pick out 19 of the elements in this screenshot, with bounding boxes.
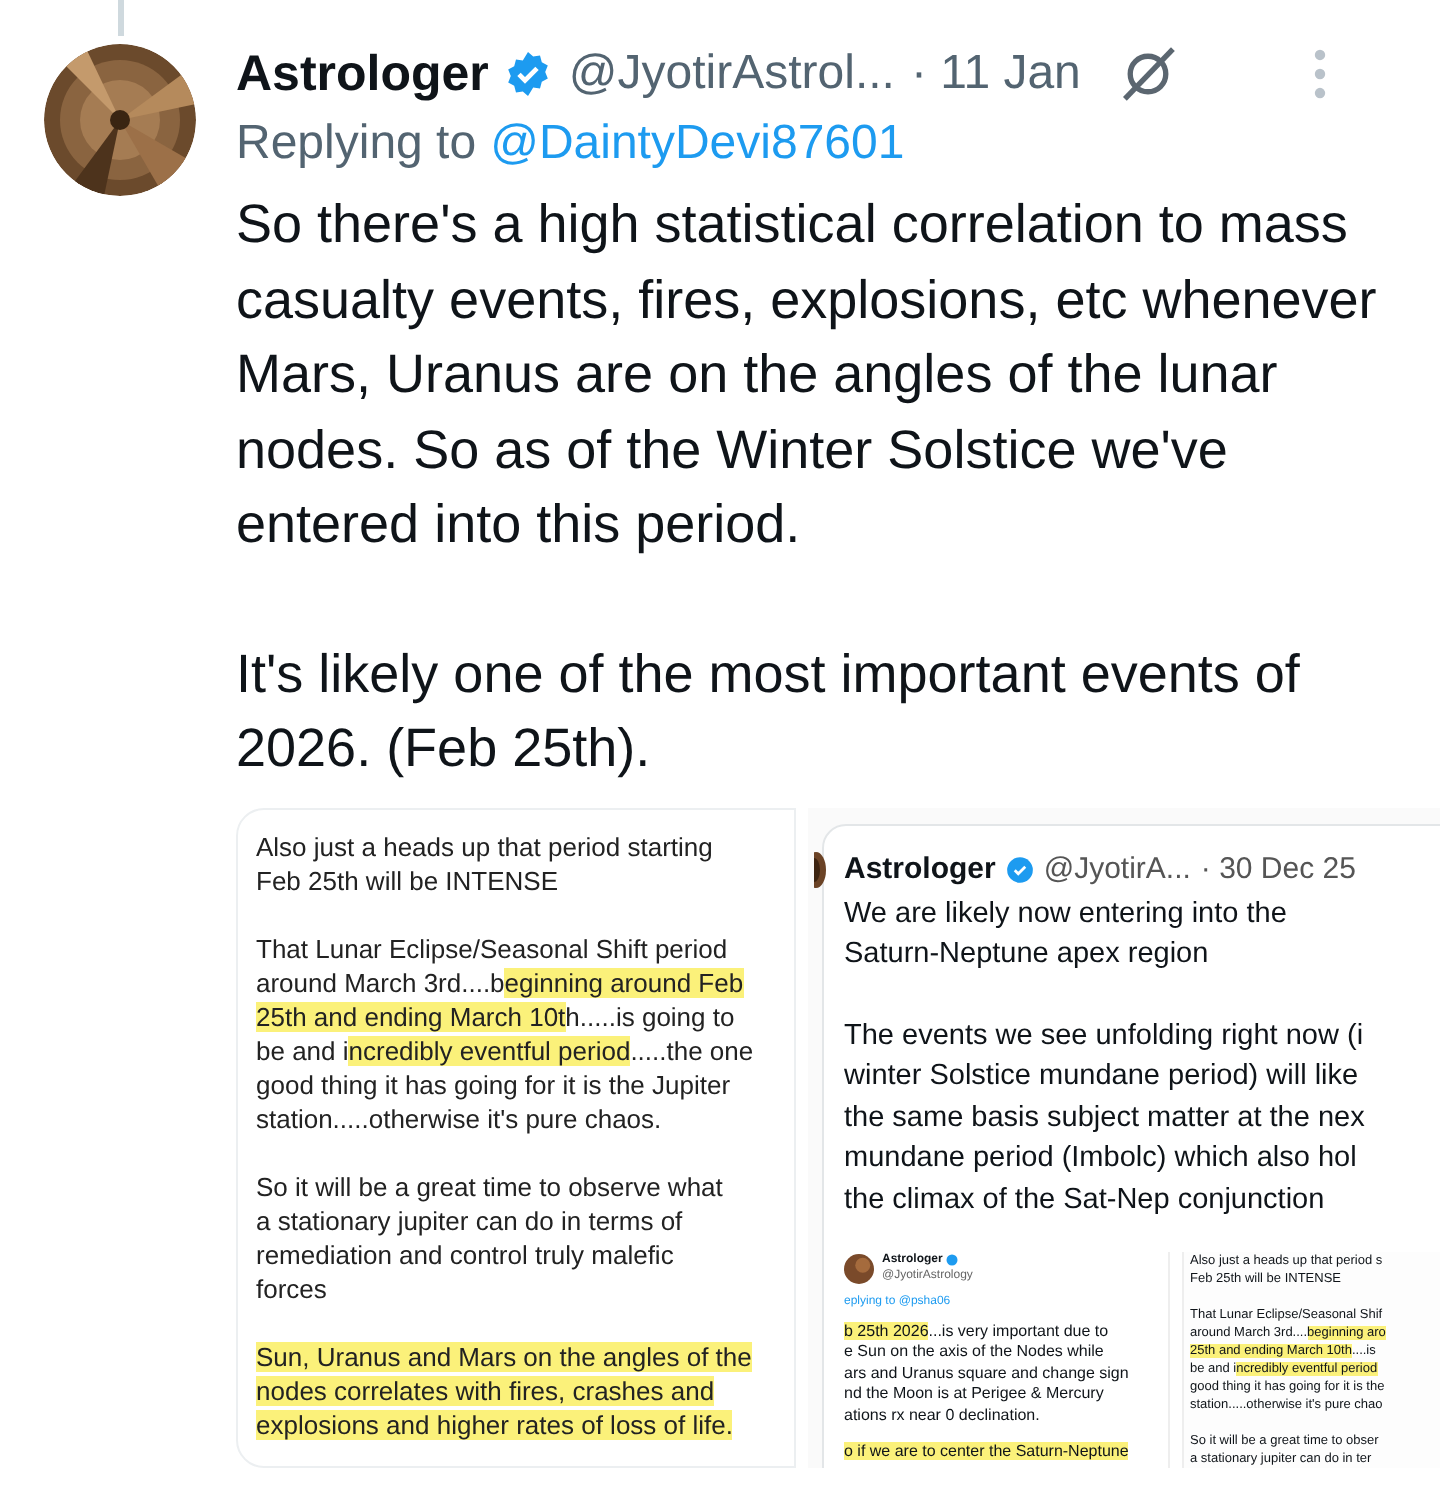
tweet-text: It's likely one of the most important events of 2026. (Feb 25th).: [236, 641, 1302, 782]
tweet-text: So there's a high statistical correlation to mass casualty events, fires, explosions, etc whenever Mars, Uranus are on the angles of the lunar nodes. So as of the Winter Solstice we've entered into this period.: [236, 192, 1379, 558]
note-screenshot[interactable]: [236, 807, 796, 1467]
note-paragraph: So it will be a great time to observe what a stationary jupiter can do in terms of remediation and control truly malefic forces: [256, 1169, 725, 1305]
note-paragraph: That Lunar Eclipse/Seasonal Shift period around March 3rd....beginning around Feb 25th and ending March 10th.....is going to be and incredibly eventful period.....the one good thing it has going for it is the Jupiter station.....otherwise it's pure chaos.: [256, 931, 756, 1135]
author-name: Astrologer: [844, 852, 996, 886]
quote-paragraph: We are likely now entering into the Saturn-Neptune apex region: [844, 895, 1289, 974]
quote-paragraph: The events we see unfolding right now (i winter Solstice mundane period) will like the same basis subject matter at the nex mundane period (Imbolc) which also hol the climax of the Sat-Nep conjunction: [844, 1017, 1367, 1219]
post-time: · 30 Dec 25: [1200, 852, 1356, 886]
tweet-paragraph: b 25th 2026...is very important due to e Sun on the axis of the Nodes while ars and Uranus square and change sign nd the Moon is at Perigee & Mercury ations rx near 0 declination.: [844, 1321, 1131, 1426]
author-name[interactable]: Astrologer: [236, 45, 489, 103]
author-handle: @JyotirA...: [1043, 852, 1191, 886]
note-paragraph: Also just a heads up that period starting Feb 25th will be INTENSE: [256, 829, 715, 897]
post-time: · 11 Jan: [910, 46, 1081, 102]
quote-screenshot[interactable]: [808, 807, 1440, 1467]
replying-label: Replying to: [236, 116, 477, 172]
tweet-paragraph: o if we are to center the Saturn-Neptune: [844, 1442, 1131, 1463]
author-handle[interactable]: @JyotirAstrol...: [568, 46, 895, 102]
note-paragraph: Sun, Uranus and Mars on the angles of the nodes correlates with fires, crashes and explosions and higher rates of loss of life.: [256, 1339, 754, 1441]
